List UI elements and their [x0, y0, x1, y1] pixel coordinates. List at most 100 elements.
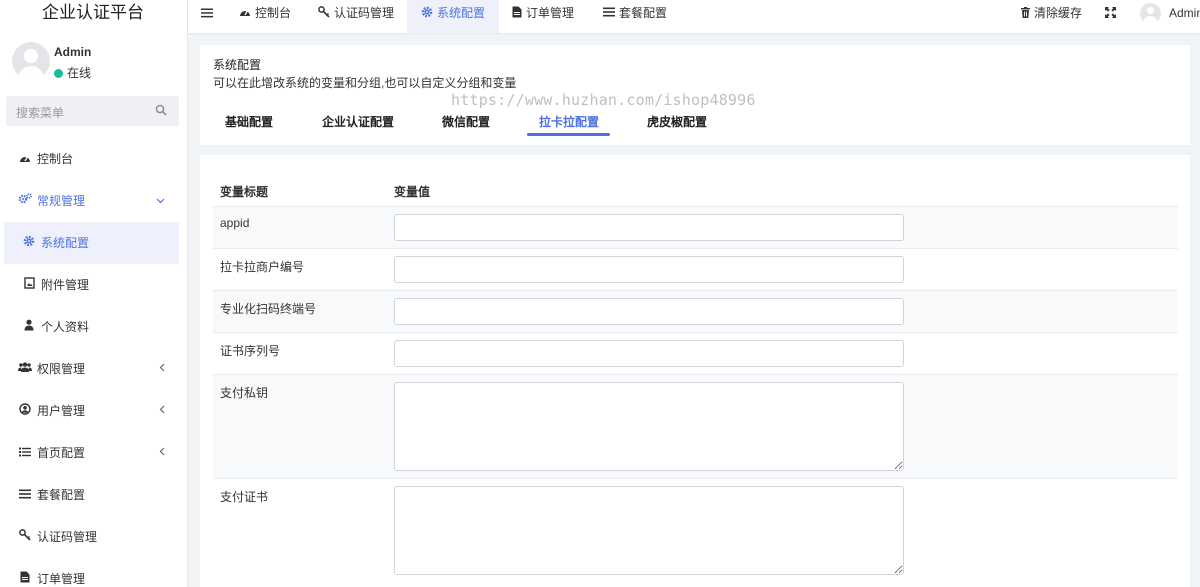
watermark: https://www.huzhan.com/ishop48996: [451, 91, 756, 109]
user-icon: [22, 306, 36, 348]
column-header-title: 变量标题: [220, 185, 269, 199]
sidebar-item-label: 个人资料: [41, 320, 90, 334]
column-header-value: 变量值: [394, 185, 431, 199]
table-row: appid: [213, 206, 1178, 248]
chevron-down-icon: [156, 180, 165, 222]
sidebar-item-auth-codes[interactable]: 认证码管理: [0, 516, 187, 558]
page-title: 系统配置: [213, 58, 262, 72]
appid-field[interactable]: [394, 214, 904, 241]
top-tab-system-config[interactable]: 系统配置: [407, 0, 500, 33]
user-status: 在线: [54, 64, 91, 81]
table-row: 支付证书: [213, 478, 1178, 582]
user-circle-icon: [18, 390, 32, 432]
file-icon: [18, 558, 32, 587]
tab-basic[interactable]: 基础配置: [225, 113, 273, 130]
sidebar-item-profile[interactable]: 个人资料: [0, 306, 187, 348]
row-label: 专业化扫码终端号: [220, 302, 317, 316]
table-row: 证书序列号: [213, 332, 1178, 374]
sidebar-item-label: 用户管理: [37, 404, 86, 418]
sidebar-item-label: 套餐配置: [37, 488, 86, 502]
cogs-icon: [18, 180, 32, 222]
fullscreen-icon[interactable]: [1105, 0, 1116, 33]
sidebar-item-label: 附件管理: [41, 278, 90, 292]
menu-search-input[interactable]: 搜索菜单: [16, 104, 64, 121]
chevron-left-icon: [159, 432, 165, 474]
sidebar-item-label: 常规管理: [37, 194, 86, 208]
online-dot-icon: [54, 69, 63, 78]
terminal-number-field[interactable]: [394, 298, 904, 325]
active-tab-indicator: [527, 133, 610, 136]
tab-enterprise-auth[interactable]: 企业认证配置: [322, 113, 394, 130]
users-icon: [18, 348, 32, 390]
top-tab-label: 控制台: [255, 6, 292, 20]
certificate-field[interactable]: [394, 486, 904, 575]
config-table: 变量标题 变量值 appid 拉卡拉商户编号 专业化扫码终端号 证书序列号 支付…: [200, 155, 1190, 587]
table-row: 专业化扫码终端号: [213, 290, 1178, 332]
sidebar-item-home-config[interactable]: 首页配置: [0, 432, 187, 474]
trash-icon: [1021, 0, 1030, 27]
sidebar-menu: 控制台 常规管理 系统配置 附件管理 个人资料 权限管理 用户管理 首页配置 套…: [0, 138, 187, 587]
top-tab-label: 认证码管理: [334, 6, 395, 20]
admin-menu[interactable]: Admin: [1169, 0, 1200, 33]
top-tab-label: 套餐配置: [619, 6, 668, 20]
tab-lakala[interactable]: 拉卡拉配置: [539, 113, 599, 130]
merchant-number-field[interactable]: [394, 256, 904, 283]
avatar[interactable]: [1140, 3, 1161, 24]
bars-icon: [18, 474, 32, 516]
row-label: 拉卡拉商户编号: [220, 260, 305, 274]
dashboard-icon: [18, 138, 32, 180]
sidebar-item-orders[interactable]: 订单管理: [0, 558, 187, 587]
table-row: 支付私钥: [213, 374, 1178, 478]
private-key-field[interactable]: [394, 382, 904, 471]
menu-search[interactable]: 搜索菜单: [6, 96, 179, 126]
content-header: 系统配置 可以在此增改系统的变量和分组,也可以自定义分组和变量 https://…: [200, 45, 1190, 145]
page-description: 可以在此增改系统的变量和分组,也可以自定义分组和变量: [213, 76, 517, 90]
gear-icon: [421, 0, 433, 27]
image-file-icon: [22, 264, 36, 306]
key-icon: [18, 516, 32, 558]
config-tabs: 基础配置 企业认证配置 微信配置 拉卡拉配置 虎皮椒配置: [200, 111, 1190, 141]
user-status-label: 在线: [67, 66, 92, 80]
sidebar-item-system-config[interactable]: 系统配置: [4, 222, 179, 264]
sidebar-item-label: 系统配置: [41, 236, 90, 250]
sidebar-item-label: 首页配置: [37, 446, 86, 460]
sidebar-item-label: 权限管理: [37, 362, 86, 376]
bars-icon: [603, 0, 615, 27]
avatar: [12, 42, 50, 80]
tab-wechat[interactable]: 微信配置: [442, 113, 490, 130]
sidebar-item-packages[interactable]: 套餐配置: [0, 474, 187, 516]
app-title: 企业认证平台: [42, 3, 144, 22]
search-icon[interactable]: [155, 104, 167, 119]
chevron-left-icon: [159, 390, 165, 432]
menu-toggle-icon[interactable]: [201, 0, 213, 33]
key-icon: [318, 0, 330, 27]
row-label: 支付私钥: [220, 386, 269, 400]
top-navbar: 控制台 认证码管理 系统配置 订单管理 套餐配置 清除缓存 Admin: [188, 0, 1200, 33]
list-icon: [18, 432, 32, 474]
top-tab-dashboard[interactable]: 控制台: [239, 0, 291, 33]
dashboard-icon: [239, 0, 251, 27]
gear-icon: [22, 222, 36, 264]
sidebar-item-dashboard[interactable]: 控制台: [0, 138, 187, 180]
row-label: 支付证书: [220, 490, 269, 504]
top-tab-packages[interactable]: 套餐配置: [603, 0, 667, 33]
sidebar: 企业认证平台 Admin 在线 搜索菜单 控制台 常规管理 系统配置 附件管理 …: [0, 0, 188, 587]
top-tab-label: 订单管理: [526, 6, 575, 20]
tab-hupijiao[interactable]: 虎皮椒配置: [647, 113, 707, 130]
sidebar-item-permissions[interactable]: 权限管理: [0, 348, 187, 390]
clear-cache-button[interactable]: 清除缓存: [1021, 0, 1082, 33]
sidebar-item-general[interactable]: 常规管理: [0, 180, 187, 222]
sidebar-item-users[interactable]: 用户管理: [0, 390, 187, 432]
chevron-left-icon: [159, 348, 165, 390]
sidebar-item-label: 认证码管理: [37, 530, 98, 544]
file-icon: [512, 0, 522, 27]
top-tab-auth-codes[interactable]: 认证码管理: [318, 0, 394, 33]
top-tab-orders[interactable]: 订单管理: [512, 0, 574, 33]
sidebar-item-label: 控制台: [37, 152, 74, 166]
user-panel: Admin 在线: [12, 42, 182, 82]
row-label: appid: [220, 216, 250, 230]
cert-serial-field[interactable]: [394, 340, 904, 367]
sidebar-item-label: 订单管理: [37, 572, 86, 586]
sidebar-item-attachments[interactable]: 附件管理: [0, 264, 187, 306]
top-tab-label: 系统配置: [437, 6, 486, 20]
